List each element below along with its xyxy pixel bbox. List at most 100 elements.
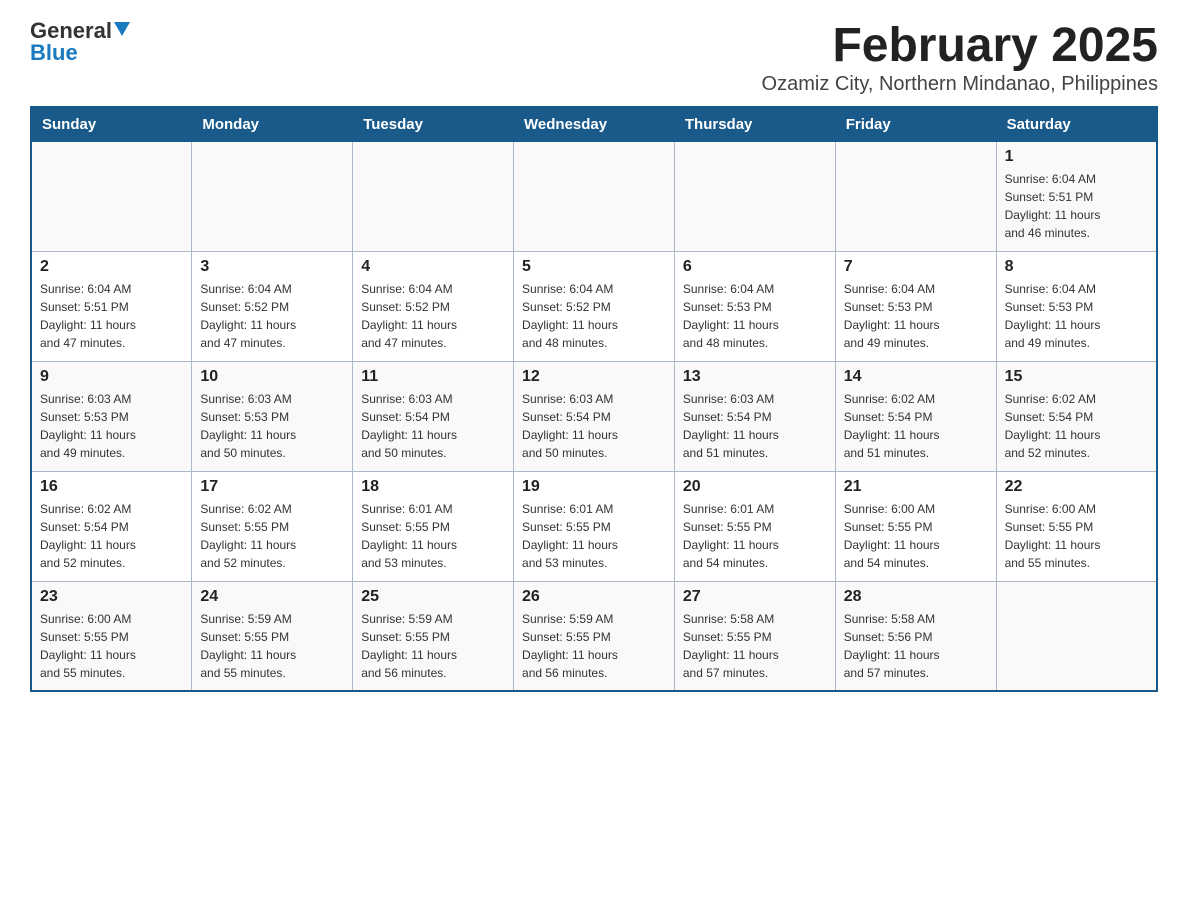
- calendar-cell: 7 Sunrise: 6:04 AMSunset: 5:53 PMDaylight…: [835, 251, 996, 361]
- calendar-cell: 22 Sunrise: 6:00 AMSunset: 5:55 PMDayligh…: [996, 471, 1157, 581]
- day-info: Sunrise: 6:04 AMSunset: 5:53 PMDaylight:…: [683, 280, 827, 352]
- col-thursday: Thursday: [674, 107, 835, 142]
- calendar-week-1: 1 Sunrise: 6:04 AMSunset: 5:51 PMDaylight…: [31, 141, 1157, 251]
- day-info: Sunrise: 6:04 AMSunset: 5:52 PMDaylight:…: [361, 280, 505, 352]
- logo-general-text: General: [30, 20, 112, 42]
- calendar-body: 1 Sunrise: 6:04 AMSunset: 5:51 PMDaylight…: [31, 141, 1157, 691]
- calendar-cell: [996, 581, 1157, 691]
- calendar-table: Sunday Monday Tuesday Wednesday Thursday…: [30, 106, 1158, 693]
- day-info: Sunrise: 6:00 AMSunset: 5:55 PMDaylight:…: [844, 500, 988, 572]
- day-info: Sunrise: 6:04 AMSunset: 5:53 PMDaylight:…: [844, 280, 988, 352]
- calendar-cell: 16 Sunrise: 6:02 AMSunset: 5:54 PMDayligh…: [31, 471, 192, 581]
- day-number: 22: [1005, 478, 1148, 496]
- day-number: 7: [844, 258, 988, 276]
- day-info: Sunrise: 6:04 AMSunset: 5:51 PMDaylight:…: [1005, 170, 1148, 242]
- day-number: 14: [844, 368, 988, 386]
- calendar-cell: 14 Sunrise: 6:02 AMSunset: 5:54 PMDayligh…: [835, 361, 996, 471]
- day-info: Sunrise: 6:02 AMSunset: 5:54 PMDaylight:…: [1005, 390, 1148, 462]
- calendar-week-2: 2 Sunrise: 6:04 AMSunset: 5:51 PMDaylight…: [31, 251, 1157, 361]
- day-info: Sunrise: 5:58 AMSunset: 5:55 PMDaylight:…: [683, 610, 827, 682]
- day-number: 2: [40, 258, 183, 276]
- day-number: 9: [40, 368, 183, 386]
- day-number: 3: [200, 258, 344, 276]
- col-monday: Monday: [192, 107, 353, 142]
- calendar-cell: 21 Sunrise: 6:00 AMSunset: 5:55 PMDayligh…: [835, 471, 996, 581]
- col-sunday: Sunday: [31, 107, 192, 142]
- day-info: Sunrise: 6:01 AMSunset: 5:55 PMDaylight:…: [522, 500, 666, 572]
- day-info: Sunrise: 6:03 AMSunset: 5:54 PMDaylight:…: [522, 390, 666, 462]
- day-number: 16: [40, 478, 183, 496]
- calendar-header: Sunday Monday Tuesday Wednesday Thursday…: [31, 107, 1157, 142]
- calendar-cell: 19 Sunrise: 6:01 AMSunset: 5:55 PMDayligh…: [514, 471, 675, 581]
- day-info: Sunrise: 6:03 AMSunset: 5:53 PMDaylight:…: [40, 390, 183, 462]
- day-number: 4: [361, 258, 505, 276]
- day-info: Sunrise: 6:04 AMSunset: 5:52 PMDaylight:…: [522, 280, 666, 352]
- day-number: 18: [361, 478, 505, 496]
- day-info: Sunrise: 6:02 AMSunset: 5:55 PMDaylight:…: [200, 500, 344, 572]
- calendar-cell: 3 Sunrise: 6:04 AMSunset: 5:52 PMDaylight…: [192, 251, 353, 361]
- day-number: 17: [200, 478, 344, 496]
- day-number: 1: [1005, 148, 1148, 166]
- calendar-cell: 11 Sunrise: 6:03 AMSunset: 5:54 PMDayligh…: [353, 361, 514, 471]
- calendar-cell: 27 Sunrise: 5:58 AMSunset: 5:55 PMDayligh…: [674, 581, 835, 691]
- calendar-week-5: 23 Sunrise: 6:00 AMSunset: 5:55 PMDayligh…: [31, 581, 1157, 691]
- day-number: 28: [844, 588, 988, 606]
- day-info: Sunrise: 6:04 AMSunset: 5:51 PMDaylight:…: [40, 280, 183, 352]
- col-friday: Friday: [835, 107, 996, 142]
- logo-triangle-icon: [114, 22, 130, 36]
- day-info: Sunrise: 6:03 AMSunset: 5:53 PMDaylight:…: [200, 390, 344, 462]
- day-number: 12: [522, 368, 666, 386]
- day-info: Sunrise: 6:00 AMSunset: 5:55 PMDaylight:…: [40, 610, 183, 682]
- calendar-cell: [514, 141, 675, 251]
- day-info: Sunrise: 5:59 AMSunset: 5:55 PMDaylight:…: [522, 610, 666, 682]
- calendar-cell: 9 Sunrise: 6:03 AMSunset: 5:53 PMDaylight…: [31, 361, 192, 471]
- calendar-cell: 28 Sunrise: 5:58 AMSunset: 5:56 PMDayligh…: [835, 581, 996, 691]
- day-info: Sunrise: 6:04 AMSunset: 5:52 PMDaylight:…: [200, 280, 344, 352]
- location-subtitle: Ozamiz City, Northern Mindanao, Philippi…: [762, 73, 1158, 96]
- col-saturday: Saturday: [996, 107, 1157, 142]
- day-number: 20: [683, 478, 827, 496]
- day-info: Sunrise: 6:00 AMSunset: 5:55 PMDaylight:…: [1005, 500, 1148, 572]
- logo: General Blue: [30, 20, 130, 64]
- day-info: Sunrise: 5:58 AMSunset: 5:56 PMDaylight:…: [844, 610, 988, 682]
- calendar-cell: 20 Sunrise: 6:01 AMSunset: 5:55 PMDayligh…: [674, 471, 835, 581]
- day-number: 25: [361, 588, 505, 606]
- day-number: 6: [683, 258, 827, 276]
- calendar-cell: 12 Sunrise: 6:03 AMSunset: 5:54 PMDayligh…: [514, 361, 675, 471]
- calendar-cell: 23 Sunrise: 6:00 AMSunset: 5:55 PMDayligh…: [31, 581, 192, 691]
- calendar-week-3: 9 Sunrise: 6:03 AMSunset: 5:53 PMDaylight…: [31, 361, 1157, 471]
- calendar-cell: 18Sunrise: 6:01 AMSunset: 5:55 PMDayligh…: [353, 471, 514, 581]
- page-header: General Blue February 2025 Ozamiz City, …: [30, 20, 1158, 96]
- calendar-cell: 4 Sunrise: 6:04 AMSunset: 5:52 PMDaylight…: [353, 251, 514, 361]
- calendar-cell: 24Sunrise: 5:59 AMSunset: 5:55 PMDayligh…: [192, 581, 353, 691]
- day-info: Sunrise: 5:59 AMSunset: 5:55 PMDaylight:…: [361, 610, 505, 682]
- col-wednesday: Wednesday: [514, 107, 675, 142]
- day-number: 19: [522, 478, 666, 496]
- calendar-cell: [835, 141, 996, 251]
- day-number: 23: [40, 588, 183, 606]
- calendar-cell: 10 Sunrise: 6:03 AMSunset: 5:53 PMDayligh…: [192, 361, 353, 471]
- day-info: Sunrise: 6:03 AMSunset: 5:54 PMDaylight:…: [683, 390, 827, 462]
- day-number: 11: [361, 368, 505, 386]
- calendar-cell: 8Sunrise: 6:04 AMSunset: 5:53 PMDaylight…: [996, 251, 1157, 361]
- calendar-cell: 5 Sunrise: 6:04 AMSunset: 5:52 PMDaylight…: [514, 251, 675, 361]
- day-info: Sunrise: 6:02 AMSunset: 5:54 PMDaylight:…: [40, 500, 183, 572]
- title-section: February 2025 Ozamiz City, Northern Mind…: [762, 20, 1158, 96]
- calendar-cell: [192, 141, 353, 251]
- day-number: 21: [844, 478, 988, 496]
- calendar-cell: 26Sunrise: 5:59 AMSunset: 5:55 PMDayligh…: [514, 581, 675, 691]
- day-number: 5: [522, 258, 666, 276]
- calendar-cell: 13 Sunrise: 6:03 AMSunset: 5:54 PMDayligh…: [674, 361, 835, 471]
- day-number: 10: [200, 368, 344, 386]
- day-number: 27: [683, 588, 827, 606]
- day-number: 8: [1005, 258, 1148, 276]
- month-title: February 2025: [762, 20, 1158, 73]
- day-info: Sunrise: 6:03 AMSunset: 5:54 PMDaylight:…: [361, 390, 505, 462]
- day-info: Sunrise: 6:01 AMSunset: 5:55 PMDaylight:…: [683, 500, 827, 572]
- calendar-cell: 6 Sunrise: 6:04 AMSunset: 5:53 PMDaylight…: [674, 251, 835, 361]
- logo-blue-text: Blue: [30, 42, 78, 64]
- calendar-cell: 1 Sunrise: 6:04 AMSunset: 5:51 PMDaylight…: [996, 141, 1157, 251]
- day-info: Sunrise: 6:02 AMSunset: 5:54 PMDaylight:…: [844, 390, 988, 462]
- day-info: Sunrise: 5:59 AMSunset: 5:55 PMDaylight:…: [200, 610, 344, 682]
- day-number: 13: [683, 368, 827, 386]
